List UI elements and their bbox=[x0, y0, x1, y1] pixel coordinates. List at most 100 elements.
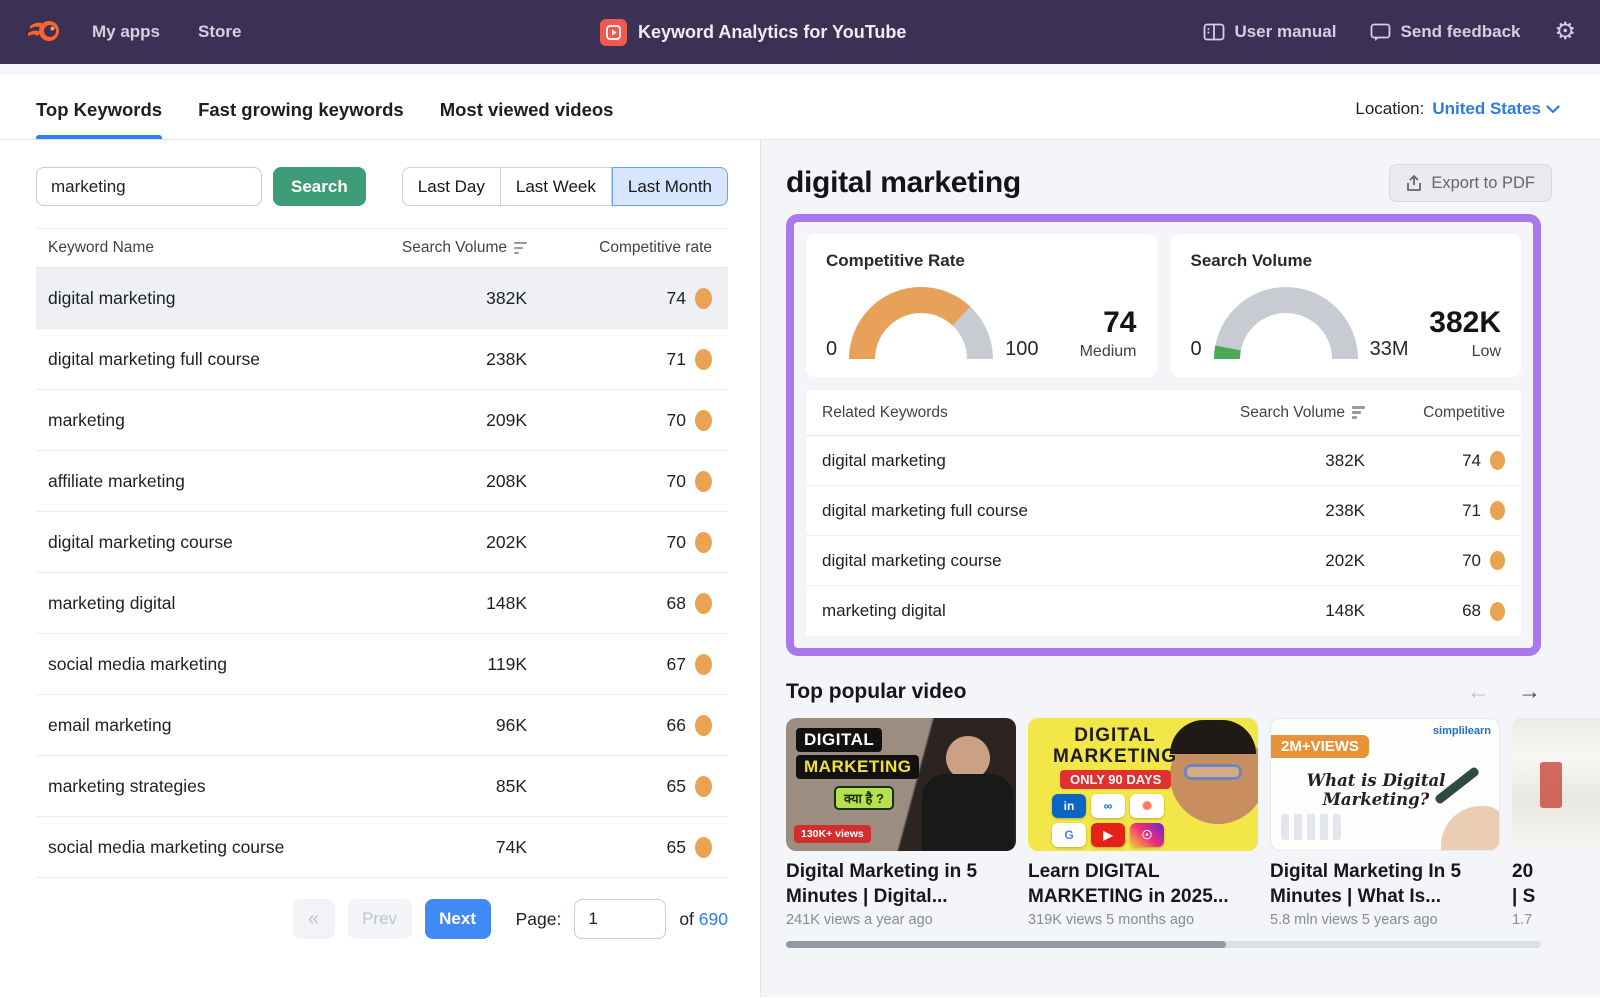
gauge-min: 0 bbox=[826, 338, 837, 363]
video-card[interactable]: DIGITAL MARKETING ONLY 90 DAYS in ∞ ✺ G … bbox=[1028, 718, 1258, 928]
tab-most-viewed-videos[interactable]: Most viewed videos bbox=[440, 99, 614, 139]
gauge-chart bbox=[846, 277, 996, 363]
carousel-next-icon[interactable]: → bbox=[1518, 678, 1541, 705]
keyword-cell: digital marketing bbox=[822, 451, 1180, 471]
volume-cell: 382K bbox=[1180, 451, 1365, 471]
keywords-table: Keyword Name Search Volume Competitive r… bbox=[36, 228, 728, 878]
competitive-dot bbox=[695, 715, 712, 736]
sort-icon[interactable] bbox=[1352, 406, 1365, 419]
carousel-prev-icon[interactable]: ← bbox=[1467, 678, 1490, 705]
search-volume-card: Search Volume 0 33M 382K Low bbox=[1171, 234, 1522, 377]
youtube-icon: ▶ bbox=[1091, 823, 1125, 847]
related-row[interactable]: digital marketing course 202K 70 bbox=[806, 536, 1521, 586]
send-feedback-link[interactable]: Send feedback bbox=[1370, 22, 1520, 42]
video-title: | S bbox=[1512, 885, 1600, 910]
filter-last-month[interactable]: Last Month bbox=[612, 167, 728, 206]
header-competitive: Competitive bbox=[1365, 404, 1505, 422]
send-feedback-label: Send feedback bbox=[1400, 22, 1520, 42]
rate-cell: 74 bbox=[667, 288, 686, 309]
speech-bubble-icon bbox=[1370, 23, 1391, 42]
table-row[interactable]: digital marketing 382K 74 bbox=[36, 268, 728, 329]
page-number-input[interactable] bbox=[574, 899, 666, 939]
user-manual-link[interactable]: User manual bbox=[1203, 22, 1336, 42]
volume-cell: 148K bbox=[352, 593, 527, 614]
rate-cell: 68 bbox=[1462, 601, 1481, 621]
carousel-scrollbar[interactable] bbox=[786, 941, 1541, 948]
keyword-cell: digital marketing course bbox=[822, 551, 1180, 571]
keyword-cell: social media marketing course bbox=[48, 837, 352, 858]
video-thumbnail: DIGITAL MARKETING क्या है ? 130K+ views bbox=[786, 718, 1016, 851]
semrush-logo-icon[interactable] bbox=[24, 15, 68, 49]
header-search-volume: Search Volume bbox=[1240, 404, 1345, 422]
keyword-cell: digital marketing full course bbox=[48, 349, 352, 370]
tab-fast-growing-keywords[interactable]: Fast growing keywords bbox=[198, 99, 404, 139]
table-row[interactable]: marketing digital 148K 68 bbox=[36, 573, 728, 634]
location-value-dropdown[interactable]: United States bbox=[1432, 99, 1560, 119]
first-page-button[interactable]: « bbox=[293, 899, 335, 939]
nav-store[interactable]: Store bbox=[198, 22, 241, 42]
rate-cell: 70 bbox=[1462, 551, 1481, 571]
gauge-title: Competitive Rate bbox=[826, 251, 1137, 271]
pagination: « Prev Next Page: of 690 bbox=[36, 899, 728, 939]
related-row[interactable]: digital marketing 382K 74 bbox=[806, 436, 1521, 486]
keyword-cell: marketing strategies bbox=[48, 776, 352, 797]
table-row[interactable]: social media marketing 119K 67 bbox=[36, 634, 728, 695]
rate-cell: 68 bbox=[667, 593, 686, 614]
competitive-dot bbox=[695, 593, 712, 614]
related-row[interactable]: marketing digital 148K 68 bbox=[806, 586, 1521, 636]
filter-last-day[interactable]: Last Day bbox=[402, 167, 501, 206]
location-selector: Location: United States bbox=[1355, 99, 1560, 119]
video-card[interactable]: DIGITAL MARKETING क्या है ? 130K+ views … bbox=[786, 718, 1016, 928]
scrollbar-thumb[interactable] bbox=[786, 941, 1226, 948]
competitive-dot bbox=[695, 532, 712, 553]
video-meta: 241K views a year ago bbox=[786, 912, 1016, 928]
video-card[interactable]: 2M+VIEWS simplilearn What is Digital Mar… bbox=[1270, 718, 1500, 928]
rate-cell: 66 bbox=[667, 715, 686, 736]
keyword-cell: affiliate marketing bbox=[48, 471, 352, 492]
location-value: United States bbox=[1432, 99, 1541, 119]
filter-last-week[interactable]: Last Week bbox=[501, 167, 612, 206]
keyword-cell: marketing bbox=[48, 410, 352, 431]
of-label: of bbox=[679, 909, 694, 929]
volume-cell: 85K bbox=[352, 776, 527, 797]
table-row[interactable]: affiliate marketing 208K 70 bbox=[36, 451, 728, 512]
views-badge: 2M+VIEWS bbox=[1271, 735, 1369, 758]
header-spacer bbox=[0, 64, 1600, 74]
instagram-icon: ☉ bbox=[1130, 823, 1164, 847]
views-badge: 130K+ views bbox=[794, 825, 871, 843]
settings-gear-icon[interactable]: ⚙ bbox=[1554, 20, 1576, 44]
video-card[interactable]: 20 | S 1.7 bbox=[1512, 718, 1600, 928]
table-row[interactable]: marketing 209K 70 bbox=[36, 390, 728, 451]
total-pages[interactable]: 690 bbox=[699, 909, 728, 929]
rate-cell: 70 bbox=[667, 471, 686, 492]
next-page-button[interactable]: Next bbox=[425, 899, 491, 939]
app-header: Keyword Analytics for YouTube bbox=[600, 0, 906, 64]
volume-cell: 202K bbox=[352, 532, 527, 553]
tab-top-keywords[interactable]: Top Keywords bbox=[36, 99, 162, 139]
sort-icon[interactable] bbox=[514, 242, 527, 255]
competitive-dot bbox=[695, 471, 712, 492]
table-row[interactable]: email marketing 96K 66 bbox=[36, 695, 728, 756]
table-row[interactable]: digital marketing course 202K 70 bbox=[36, 512, 728, 573]
competitive-dot bbox=[1490, 451, 1505, 470]
competitive-dot bbox=[695, 410, 712, 431]
competitive-dot bbox=[1490, 602, 1505, 621]
table-row[interactable]: marketing strategies 85K 65 bbox=[36, 756, 728, 817]
video-title: Digital Marketing in 5 Minutes | Digital… bbox=[786, 860, 1016, 909]
related-row[interactable]: digital marketing full course 238K 71 bbox=[806, 486, 1521, 536]
gauge-level: Medium bbox=[1080, 343, 1137, 361]
prev-page-button[interactable]: Prev bbox=[348, 899, 412, 939]
competitive-dot bbox=[1490, 501, 1505, 520]
google-icon: G bbox=[1052, 823, 1086, 847]
search-button[interactable]: Search bbox=[273, 167, 366, 206]
volume-cell: 96K bbox=[352, 715, 527, 736]
nav-my-apps[interactable]: My apps bbox=[92, 22, 160, 42]
table-row[interactable]: social media marketing course 74K 65 bbox=[36, 817, 728, 878]
gauge-max: 100 bbox=[1005, 338, 1038, 363]
table-row[interactable]: digital marketing full course 238K 71 bbox=[36, 329, 728, 390]
gauge-value: 382K bbox=[1429, 306, 1501, 340]
search-input[interactable] bbox=[36, 167, 262, 206]
keyword-cell: social media marketing bbox=[48, 654, 352, 675]
volume-cell: 202K bbox=[1180, 551, 1365, 571]
export-to-pdf-button[interactable]: Export to PDF bbox=[1389, 164, 1552, 202]
